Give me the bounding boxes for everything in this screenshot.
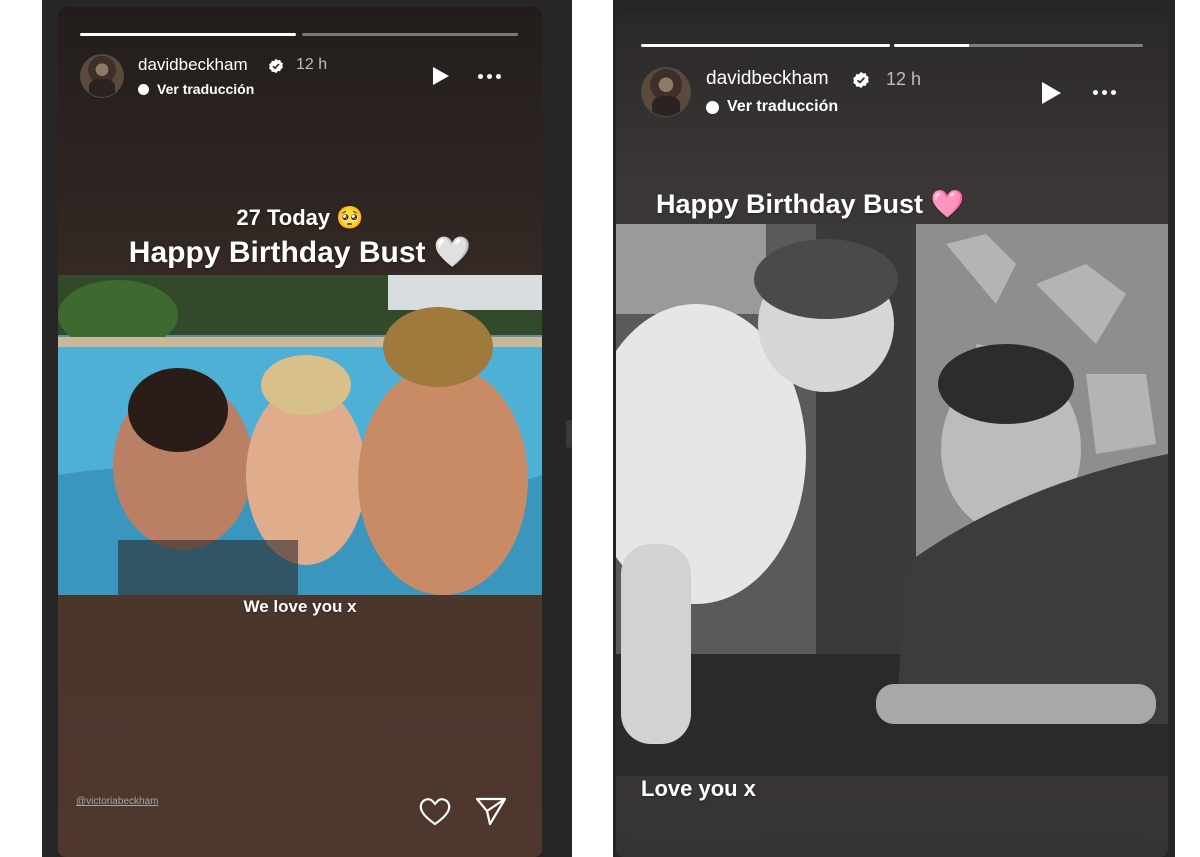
translate-dot-icon bbox=[138, 83, 149, 95]
time-ago: 12 h bbox=[886, 69, 922, 89]
play-icon[interactable] bbox=[433, 67, 449, 85]
progress-fill bbox=[80, 33, 296, 36]
username[interactable]: davidbeckham bbox=[138, 55, 248, 75]
progress-fill bbox=[641, 44, 890, 47]
verified-badge-icon bbox=[852, 71, 870, 89]
time-ago: 12 h bbox=[296, 56, 328, 73]
translate-label: Ver traducción bbox=[157, 81, 255, 97]
caption-main: Happy Birthday Bust 🤍 bbox=[128, 236, 472, 269]
verified-badge-icon bbox=[268, 58, 284, 74]
caption-bottom: We love you x bbox=[243, 597, 357, 616]
more-options-icon[interactable] bbox=[1093, 90, 1116, 95]
mention-tag[interactable]: @victoriabeckham bbox=[76, 796, 158, 807]
avatar[interactable] bbox=[641, 67, 691, 117]
username[interactable]: davidbeckham bbox=[706, 68, 829, 90]
progress-fill bbox=[894, 44, 969, 47]
story-photo bbox=[58, 275, 542, 595]
caption-main: Happy Birthday Bust 🩷 bbox=[656, 189, 965, 219]
story-right[interactable]: davidbeckham 12 h Ver traducción Happy B… bbox=[616, 12, 1168, 857]
heart-icon[interactable] bbox=[418, 797, 452, 827]
story-progress-segment-1 bbox=[641, 44, 890, 47]
story-photo bbox=[616, 224, 1168, 776]
story-progress-segment-2 bbox=[894, 44, 1143, 47]
translate-label: Ver traducción bbox=[727, 98, 839, 115]
story-progress-segment-2 bbox=[302, 33, 518, 36]
play-icon[interactable] bbox=[1042, 82, 1061, 104]
caption-top: 27 Today 🥺 bbox=[236, 205, 364, 230]
frame-edge-handle bbox=[566, 420, 572, 448]
translate-link[interactable]: Ver traducción bbox=[706, 98, 838, 116]
caption-bottom: Love you x bbox=[641, 776, 756, 801]
send-icon[interactable] bbox=[474, 795, 508, 827]
translate-link[interactable]: Ver traducción bbox=[138, 81, 254, 97]
avatar[interactable] bbox=[80, 54, 124, 98]
translate-dot-icon bbox=[706, 100, 719, 114]
story-left[interactable]: davidbeckham 12 h Ver traducción 27 Toda… bbox=[58, 7, 542, 857]
story-progress-segment-1 bbox=[80, 33, 296, 36]
more-options-icon[interactable] bbox=[478, 74, 501, 79]
